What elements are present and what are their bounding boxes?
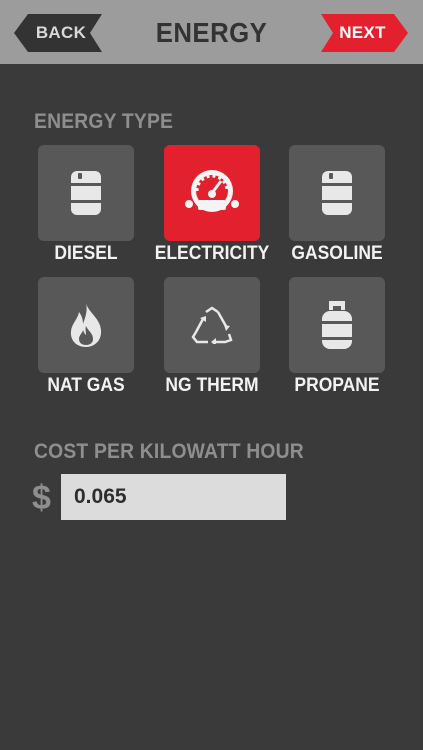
currency-symbol: $ xyxy=(32,479,51,517)
next-button-label: NEXT xyxy=(339,23,386,42)
energy-option-ng-therm[interactable] xyxy=(164,277,260,373)
energy-option-propane[interactable] xyxy=(289,277,385,373)
energy-option-diesel[interactable] xyxy=(38,145,134,241)
propane-tank-icon xyxy=(322,301,352,349)
energy-option-label: DIESEL xyxy=(54,243,118,264)
energy-option-label: NAT GAS xyxy=(47,375,125,396)
cost-heading: COST PER KILOWATT HOUR xyxy=(34,440,304,463)
cost-per-kwh-input[interactable] xyxy=(61,474,286,520)
energy-option-label: ELECTRICITY xyxy=(154,243,270,264)
energy-option-nat-gas[interactable] xyxy=(38,277,134,373)
energy-option-label: NG THERM xyxy=(165,375,259,396)
energy-option-gasoline[interactable] xyxy=(289,145,385,241)
recycle-triangle-icon xyxy=(191,306,233,344)
energy-option-label: PROPANE xyxy=(294,375,380,396)
energy-option-electricity[interactable] xyxy=(164,145,260,241)
next-button[interactable]: NEXT xyxy=(321,14,408,52)
flame-icon xyxy=(70,303,102,347)
energy-option-label: GASOLINE xyxy=(291,243,383,264)
barrel-icon xyxy=(71,171,101,215)
barrel-icon xyxy=(322,171,352,215)
meter-gauge-icon xyxy=(185,170,239,212)
energy-type-heading: ENERGY TYPE xyxy=(34,110,174,133)
